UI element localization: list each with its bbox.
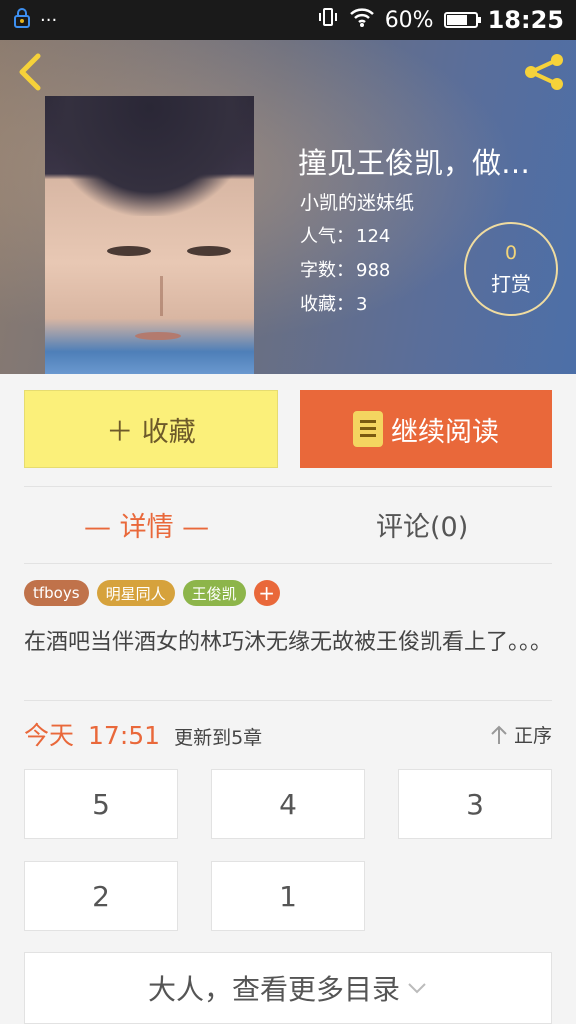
vibrate-icon	[317, 6, 339, 34]
stat-value: 124	[356, 226, 391, 247]
tip-button[interactable]: 0 打赏	[464, 222, 558, 316]
battery-percent: 60%	[384, 7, 434, 33]
tab-comments[interactable]: 评论(0)	[376, 505, 468, 544]
update-text: 更新到5章	[174, 727, 263, 749]
book-summary: 在酒吧当伴酒女的林巧沐无缘无故被王俊凯看上了。。。	[24, 630, 553, 655]
chevron-left-icon	[19, 53, 41, 91]
book-header: 撞见王俊凯，做… 小凯的迷妹纸 人气： 124 字数： 988 收藏： 3 0 打赏	[0, 40, 576, 374]
clock: 18:25	[487, 6, 564, 34]
book-icon	[353, 411, 383, 447]
status-bar: ··· 60% 18:25	[0, 0, 576, 40]
tab-detail[interactable]: — 详情 —	[84, 505, 209, 544]
add-tag-button[interactable]: +	[253, 580, 280, 606]
divider	[24, 700, 552, 701]
continue-reading-label: 继续阅读	[391, 416, 499, 448]
sort-order-button[interactable]: 正序	[490, 721, 552, 748]
book-title: 撞见王俊凯，做…	[298, 146, 531, 180]
stat-popularity: 人气： 124	[300, 222, 390, 248]
chevron-down-icon	[408, 983, 426, 994]
chapter-item[interactable]: 2	[24, 861, 178, 931]
update-time: 17:51	[88, 721, 161, 750]
divider	[24, 563, 552, 564]
more-chapters-button[interactable]: 大人，查看更多目录	[24, 952, 552, 1024]
chapter-item[interactable]: 4	[211, 769, 365, 839]
book-cover	[45, 96, 254, 374]
tip-label: 打赏	[491, 271, 531, 296]
continue-reading-button[interactable]: 继续阅读	[300, 390, 552, 468]
tag-star-fanfic[interactable]: 明星同人	[96, 580, 175, 606]
favorite-button[interactable]: ＋ 收藏	[24, 390, 278, 468]
more-chapters-label: 大人，查看更多目录	[147, 973, 400, 1006]
tag-wang-junkai[interactable]: 王俊凯	[182, 580, 246, 606]
update-info: 今天 17:51 更新到5章	[24, 716, 262, 752]
stat-label: 字数：	[300, 260, 354, 281]
vpn-icon	[12, 7, 32, 34]
tag-list: tfboys 明星同人 王俊凯 +	[24, 580, 280, 606]
stat-favorites: 收藏： 3	[300, 290, 367, 316]
notification-dots: ···	[40, 9, 58, 31]
chapter-item[interactable]: 5	[24, 769, 178, 839]
share-icon	[525, 54, 563, 90]
back-button[interactable]	[14, 52, 48, 92]
tip-count: 0	[504, 241, 518, 264]
share-button[interactable]	[522, 52, 566, 92]
chapter-item[interactable]: 1	[211, 861, 365, 931]
arrow-up-icon	[491, 725, 507, 744]
book-author[interactable]: 小凯的迷妹纸	[300, 188, 414, 215]
battery-icon	[443, 12, 481, 28]
stat-label: 人气：	[300, 226, 354, 247]
stat-value: 3	[356, 294, 368, 315]
stat-value: 988	[356, 260, 391, 281]
update-day: 今天	[24, 721, 75, 750]
wifi-icon	[349, 6, 375, 34]
sort-order-label: 正序	[513, 725, 552, 747]
stat-word-count: 字数： 988	[300, 256, 390, 282]
tag-tfboys[interactable]: tfboys	[24, 580, 89, 606]
stat-label: 收藏：	[300, 294, 354, 315]
chapter-item[interactable]: 3	[398, 769, 552, 839]
divider	[24, 486, 552, 487]
